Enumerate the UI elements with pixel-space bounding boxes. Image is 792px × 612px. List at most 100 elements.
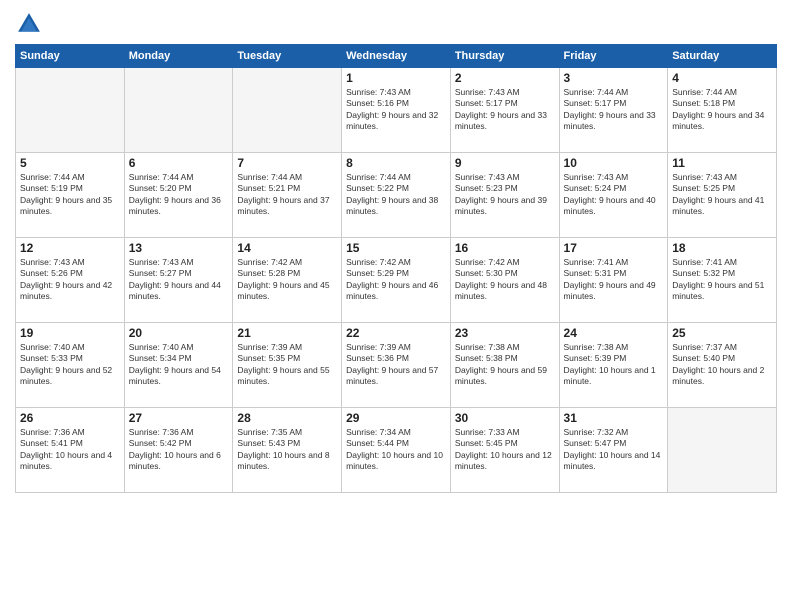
calendar: SundayMondayTuesdayWednesdayThursdayFrid… — [15, 44, 777, 493]
calendar-cell: 23 Sunrise: 7:38 AM Sunset: 5:38 PM Dayli… — [450, 323, 559, 408]
calendar-cell: 29 Sunrise: 7:34 AM Sunset: 5:44 PM Dayli… — [342, 408, 451, 493]
logo-icon — [15, 10, 43, 38]
day-number: 17 — [564, 241, 664, 255]
day-info: Sunrise: 7:44 AM Sunset: 5:19 PM Dayligh… — [20, 172, 120, 218]
day-number: 15 — [346, 241, 446, 255]
day-number: 22 — [346, 326, 446, 340]
day-info: Sunrise: 7:42 AM Sunset: 5:28 PM Dayligh… — [237, 257, 337, 303]
day-info: Sunrise: 7:44 AM Sunset: 5:22 PM Dayligh… — [346, 172, 446, 218]
day-number: 4 — [672, 71, 772, 85]
day-number: 27 — [129, 411, 229, 425]
day-info: Sunrise: 7:40 AM Sunset: 5:34 PM Dayligh… — [129, 342, 229, 388]
day-info: Sunrise: 7:42 AM Sunset: 5:30 PM Dayligh… — [455, 257, 555, 303]
day-number: 1 — [346, 71, 446, 85]
day-info: Sunrise: 7:43 AM Sunset: 5:25 PM Dayligh… — [672, 172, 772, 218]
day-number: 12 — [20, 241, 120, 255]
calendar-header-friday: Friday — [559, 45, 668, 68]
day-info: Sunrise: 7:44 AM Sunset: 5:18 PM Dayligh… — [672, 87, 772, 133]
calendar-cell: 2Sunrise: 7:43 AM Sunset: 5:17 PM Daylig… — [450, 68, 559, 153]
calendar-header-wednesday: Wednesday — [342, 45, 451, 68]
calendar-cell: 14 Sunrise: 7:42 AM Sunset: 5:28 PM Dayli… — [233, 238, 342, 323]
day-info: Sunrise: 7:37 AM Sunset: 5:40 PM Dayligh… — [672, 342, 772, 388]
calendar-cell — [668, 408, 777, 493]
calendar-cell: 3 Sunrise: 7:44 AM Sunset: 5:17 PM Daylig… — [559, 68, 668, 153]
day-number: 25 — [672, 326, 772, 340]
day-info: Sunrise: 7:36 AM Sunset: 5:41 PM Dayligh… — [20, 427, 120, 473]
day-info: Sunrise: 7:43 AM Sunset: 5:26 PM Dayligh… — [20, 257, 120, 303]
header — [15, 10, 777, 38]
calendar-cell: 9Sunrise: 7:43 AM Sunset: 5:23 PM Daylig… — [450, 153, 559, 238]
day-number: 14 — [237, 241, 337, 255]
day-info: Sunrise: 7:35 AM Sunset: 5:43 PM Dayligh… — [237, 427, 337, 473]
day-info: Sunrise: 7:44 AM Sunset: 5:17 PM Dayligh… — [564, 87, 664, 133]
calendar-cell: 10Sunrise: 7:43 AM Sunset: 5:24 PM Dayli… — [559, 153, 668, 238]
day-number: 30 — [455, 411, 555, 425]
day-info: Sunrise: 7:43 AM Sunset: 5:27 PM Dayligh… — [129, 257, 229, 303]
calendar-week-5: 26 Sunrise: 7:36 AM Sunset: 5:41 PM Dayli… — [16, 408, 777, 493]
day-number: 5 — [20, 156, 120, 170]
calendar-cell: 24Sunrise: 7:38 AM Sunset: 5:39 PM Dayli… — [559, 323, 668, 408]
calendar-cell: 6 Sunrise: 7:44 AM Sunset: 5:20 PM Daylig… — [124, 153, 233, 238]
calendar-header-tuesday: Tuesday — [233, 45, 342, 68]
calendar-header-saturday: Saturday — [668, 45, 777, 68]
calendar-cell: 4 Sunrise: 7:44 AM Sunset: 5:18 PM Daylig… — [668, 68, 777, 153]
calendar-cell: 19 Sunrise: 7:40 AM Sunset: 5:33 PM Dayli… — [16, 323, 125, 408]
day-number: 29 — [346, 411, 446, 425]
day-info: Sunrise: 7:39 AM Sunset: 5:35 PM Dayligh… — [237, 342, 337, 388]
day-info: Sunrise: 7:41 AM Sunset: 5:31 PM Dayligh… — [564, 257, 664, 303]
day-number: 10 — [564, 156, 664, 170]
day-info: Sunrise: 7:40 AM Sunset: 5:33 PM Dayligh… — [20, 342, 120, 388]
calendar-cell: 7 Sunrise: 7:44 AM Sunset: 5:21 PM Daylig… — [233, 153, 342, 238]
calendar-week-1: 1 Sunrise: 7:43 AM Sunset: 5:16 PM Daylig… — [16, 68, 777, 153]
calendar-cell: 20Sunrise: 7:40 AM Sunset: 5:34 PM Dayli… — [124, 323, 233, 408]
calendar-cell: 25 Sunrise: 7:37 AM Sunset: 5:40 PM Dayli… — [668, 323, 777, 408]
logo — [15, 10, 47, 38]
calendar-week-4: 19 Sunrise: 7:40 AM Sunset: 5:33 PM Dayli… — [16, 323, 777, 408]
day-number: 7 — [237, 156, 337, 170]
day-number: 16 — [455, 241, 555, 255]
day-number: 19 — [20, 326, 120, 340]
page: SundayMondayTuesdayWednesdayThursdayFrid… — [0, 0, 792, 612]
day-info: Sunrise: 7:41 AM Sunset: 5:32 PM Dayligh… — [672, 257, 772, 303]
calendar-cell — [233, 68, 342, 153]
calendar-cell: 15Sunrise: 7:42 AM Sunset: 5:29 PM Dayli… — [342, 238, 451, 323]
day-info: Sunrise: 7:43 AM Sunset: 5:16 PM Dayligh… — [346, 87, 446, 133]
calendar-week-3: 12 Sunrise: 7:43 AM Sunset: 5:26 PM Dayli… — [16, 238, 777, 323]
day-info: Sunrise: 7:39 AM Sunset: 5:36 PM Dayligh… — [346, 342, 446, 388]
calendar-cell: 27Sunrise: 7:36 AM Sunset: 5:42 PM Dayli… — [124, 408, 233, 493]
calendar-cell: 1 Sunrise: 7:43 AM Sunset: 5:16 PM Daylig… — [342, 68, 451, 153]
day-number: 23 — [455, 326, 555, 340]
day-number: 28 — [237, 411, 337, 425]
day-number: 8 — [346, 156, 446, 170]
calendar-cell: 28 Sunrise: 7:35 AM Sunset: 5:43 PM Dayli… — [233, 408, 342, 493]
calendar-week-2: 5 Sunrise: 7:44 AM Sunset: 5:19 PM Daylig… — [16, 153, 777, 238]
calendar-cell: 18 Sunrise: 7:41 AM Sunset: 5:32 PM Dayli… — [668, 238, 777, 323]
day-info: Sunrise: 7:44 AM Sunset: 5:21 PM Dayligh… — [237, 172, 337, 218]
calendar-header-thursday: Thursday — [450, 45, 559, 68]
calendar-cell: 17 Sunrise: 7:41 AM Sunset: 5:31 PM Dayli… — [559, 238, 668, 323]
calendar-cell: 21 Sunrise: 7:39 AM Sunset: 5:35 PM Dayli… — [233, 323, 342, 408]
day-info: Sunrise: 7:34 AM Sunset: 5:44 PM Dayligh… — [346, 427, 446, 473]
calendar-cell — [124, 68, 233, 153]
day-number: 3 — [564, 71, 664, 85]
calendar-cell: 13 Sunrise: 7:43 AM Sunset: 5:27 PM Dayli… — [124, 238, 233, 323]
day-number: 6 — [129, 156, 229, 170]
day-info: Sunrise: 7:33 AM Sunset: 5:45 PM Dayligh… — [455, 427, 555, 473]
calendar-header-sunday: Sunday — [16, 45, 125, 68]
day-number: 21 — [237, 326, 337, 340]
day-info: Sunrise: 7:38 AM Sunset: 5:39 PM Dayligh… — [564, 342, 664, 388]
calendar-header-monday: Monday — [124, 45, 233, 68]
day-info: Sunrise: 7:43 AM Sunset: 5:17 PM Dayligh… — [455, 87, 555, 133]
day-number: 13 — [129, 241, 229, 255]
calendar-cell: 30 Sunrise: 7:33 AM Sunset: 5:45 PM Dayli… — [450, 408, 559, 493]
day-info: Sunrise: 7:44 AM Sunset: 5:20 PM Dayligh… — [129, 172, 229, 218]
calendar-cell: 31Sunrise: 7:32 AM Sunset: 5:47 PM Dayli… — [559, 408, 668, 493]
day-number: 11 — [672, 156, 772, 170]
day-number: 31 — [564, 411, 664, 425]
calendar-cell: 8 Sunrise: 7:44 AM Sunset: 5:22 PM Daylig… — [342, 153, 451, 238]
day-info: Sunrise: 7:38 AM Sunset: 5:38 PM Dayligh… — [455, 342, 555, 388]
day-number: 26 — [20, 411, 120, 425]
calendar-cell: 5 Sunrise: 7:44 AM Sunset: 5:19 PM Daylig… — [16, 153, 125, 238]
day-number: 18 — [672, 241, 772, 255]
day-number: 9 — [455, 156, 555, 170]
